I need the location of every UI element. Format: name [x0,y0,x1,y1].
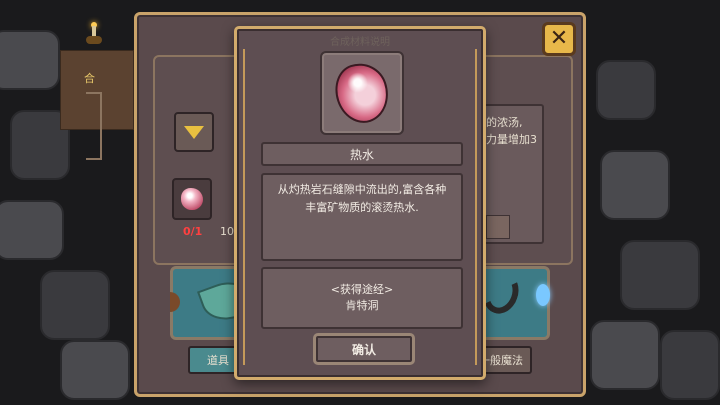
item-source: <获得途经> 肯特洞 [261,267,463,329]
result-button[interactable] [486,215,510,239]
synthesis-label: 合 [84,72,95,85]
dialog-header: 合成材料说明 [330,37,390,48]
rock [620,240,700,310]
rock [596,60,656,120]
rock [590,320,660,390]
recipe-dropdown-button[interactable] [174,112,214,152]
border-decoration [475,49,477,365]
result-description: 的浓汤, 力量增加3 [486,114,537,148]
recipe-bracket [86,92,102,160]
item-description: 从灼热岩石缝隙中流出的,富含各种丰富矿物质的滚烫热水. [261,173,463,261]
item-name: 热水 [261,142,463,166]
ingredient-count: 0/1 [183,225,203,238]
border-decoration [243,49,245,365]
ingredient-count-2: 10 [220,225,234,238]
item-icon-frame [320,51,404,135]
pink-stone-icon [181,188,203,210]
rock [60,340,130,400]
rock [660,330,720,400]
result-description-line: 的浓汤, [486,116,523,129]
rock [600,150,670,220]
pink-stone-icon [328,56,396,130]
rock [40,270,110,340]
item-detail-dialog: 合成材料说明 热水 从灼热岩石缝隙中流出的,富含各种丰富矿物质的滚烫热水. <获… [234,26,486,380]
source-location: 肯特洞 [345,299,379,312]
blue-gem-icon[interactable] [536,284,550,306]
candle-icon [86,22,102,44]
ingredient-slot-2[interactable] [214,178,236,220]
result-description-line: 力量增加3 [486,133,537,146]
triangle-down-icon [184,125,204,139]
close-button[interactable]: ✕ [542,22,576,56]
source-heading: <获得途经> [330,283,394,296]
close-icon: ✕ [549,26,569,51]
confirm-button[interactable]: 确认 [313,333,415,365]
rock [0,30,60,90]
rock [0,200,64,260]
ingredient-slot[interactable] [172,178,212,220]
